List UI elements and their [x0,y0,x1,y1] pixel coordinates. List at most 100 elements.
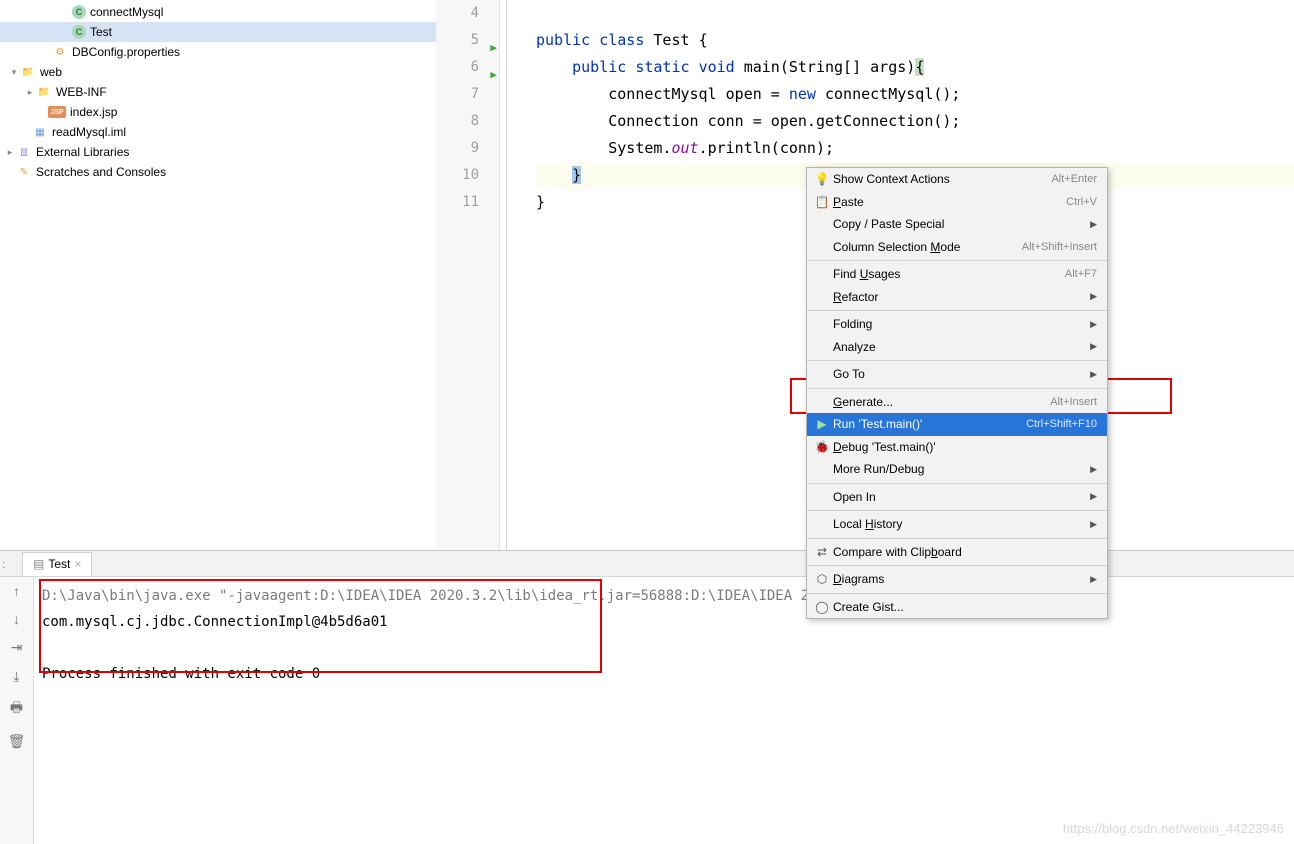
lib-icon: ⫾⫾ [16,144,32,160]
menu-item[interactable]: Refactor▶ [807,286,1107,309]
tree-item[interactable]: ⚙ DBConfig.properties [0,42,436,62]
menu-item[interactable]: Open In▶ [807,486,1107,509]
menu-item[interactable]: Local History▶ [807,513,1107,536]
tree-item[interactable]: ✎ Scratches and Consoles [0,162,436,182]
menu-label: Diagrams [831,572,1090,586]
expand-icon[interactable]: ▸ [4,147,16,158]
expand-icon[interactable]: ▾ [8,67,20,78]
editor-gutter: 45▶6▶7891011 [436,0,500,550]
code-line[interactable]: Connection conn = open.getConnection(); [536,108,1294,135]
up-icon[interactable]: ↑ [13,583,20,599]
menu-label: Compare with Clipboard [831,545,1097,559]
line-number[interactable]: 8 [436,108,499,135]
tree-item[interactable]: ▾📁web [0,62,436,82]
scroll-icon[interactable]: ⤓ [13,668,19,685]
menu-item[interactable]: ⇄Compare with Clipboard [807,541,1107,564]
menu-item[interactable]: 💡Show Context ActionsAlt+Enter [807,168,1107,191]
tree-item[interactable]: JSPindex.jsp [0,102,436,122]
tree-item-label: DBConfig.properties [72,45,180,59]
menu-item[interactable]: Column Selection ModeAlt+Shift+Insert [807,236,1107,259]
line-number[interactable]: 9 [436,135,499,162]
menu-shortcut: Alt+F7 [1065,268,1097,280]
down-icon[interactable]: ↓ [13,611,20,627]
tree-item[interactable]: CTest [0,22,436,42]
menu-item[interactable]: More Run/Debug▶ [807,458,1107,481]
tree-item-label: readMysql.iml [52,125,126,139]
close-icon[interactable]: × [74,557,81,571]
menu-item[interactable]: 📋PasteCtrl+V [807,191,1107,214]
code-line[interactable]: connectMysql open = new connectMysql(); [536,81,1294,108]
context-menu[interactable]: 💡Show Context ActionsAlt+Enter📋PasteCtrl… [806,167,1108,619]
menu-item[interactable]: Go To▶ [807,363,1107,386]
wrap-icon[interactable]: ⇥ [11,639,23,656]
menu-separator [807,510,1107,511]
tree-item[interactable]: ▸⫾⫾External Libraries [0,142,436,162]
tree-item[interactable]: ▸📁 WEB-INF [0,82,436,102]
jsp-icon: JSP [48,106,66,118]
tree-item[interactable]: ▦ readMysql.iml [0,122,436,142]
code-line[interactable]: public static void main(String[] args){ [536,54,1294,81]
menu-label: Column Selection Mode [831,240,1022,254]
menu-label: Find Usages [831,267,1065,281]
menu-item[interactable]: ▶Run 'Test.main()'Ctrl+Shift+F10 [807,413,1107,436]
menu-icon: 🐞 [813,440,831,454]
menu-shortcut: Alt+Enter [1051,173,1097,185]
menu-separator [807,593,1107,594]
tree-item-label: Scratches and Consoles [36,165,166,179]
iml-icon: ▦ [32,124,48,140]
menu-label: Local History [831,517,1090,531]
menu-item[interactable]: Copy / Paste Special▶ [807,213,1107,236]
console-tab-label: Test [48,557,70,571]
menu-label: Debug 'Test.main()' [831,440,1097,454]
menu-item[interactable]: Analyze▶ [807,336,1107,359]
props-icon: ⚙ [52,44,68,60]
menu-icon: ▶ [813,417,831,431]
menu-shortcut: Ctrl+V [1066,196,1097,208]
scratch-icon: ✎ [16,164,32,180]
line-number[interactable]: 5▶ [436,27,499,54]
tree-item[interactable]: CconnectMysql [0,2,436,22]
menu-item[interactable]: Generate...Alt+Insert [807,391,1107,414]
menu-item[interactable]: 🐞Debug 'Test.main()' [807,436,1107,459]
menu-label: Copy / Paste Special [831,217,1090,231]
project-tree[interactable]: CconnectMysqlCTest⚙DBConfig.properties▾📁… [0,0,436,550]
line-number[interactable]: 6▶ [436,54,499,81]
menu-item[interactable]: Find UsagesAlt+F7 [807,263,1107,286]
console-tab[interactable]: ▤ Test × [22,552,92,576]
menu-separator [807,310,1107,311]
line-number[interactable]: 7 [436,81,499,108]
trash-icon[interactable]: 🗑 [8,733,26,750]
print-icon[interactable]: 🖶 [10,697,23,721]
menu-label: Go To [831,367,1090,381]
class-icon: C [72,5,86,19]
submenu-arrow-icon: ▶ [1090,491,1097,502]
menu-shortcut: Ctrl+Shift+F10 [1026,418,1097,430]
line-number[interactable]: 4 [436,0,499,27]
code-line[interactable]: System.out.println(conn); [536,135,1294,162]
menu-label: Open In [831,490,1090,504]
code-line[interactable]: public class Test { [536,27,1294,54]
console-exit: Process finished with exit code 0 [42,661,1286,687]
expand-icon[interactable]: ▸ [24,87,36,98]
tree-item-label: WEB-INF [56,85,107,99]
menu-item[interactable]: ⬡Diagrams▶ [807,568,1107,591]
menu-shortcut: Alt+Shift+Insert [1022,241,1097,253]
menu-item[interactable]: ◯Create Gist... [807,596,1107,619]
line-number[interactable]: 11 [436,189,499,216]
menu-label: More Run/Debug [831,462,1090,476]
line-number[interactable]: 10 [436,162,499,189]
menu-label: Analyze [831,340,1090,354]
folder-icon: 📁 [36,84,52,100]
console-toolbar[interactable]: ↑ ↓ ⇥ ⤓ 🖶 🗑 [0,577,34,844]
menu-icon: ⇄ [813,545,831,559]
menu-item[interactable]: Folding▶ [807,313,1107,336]
submenu-arrow-icon: ▶ [1090,574,1097,585]
run-label: : [2,557,22,571]
menu-label: Create Gist... [831,600,1097,614]
menu-label: Paste [831,195,1066,209]
class-icon: C [72,25,86,39]
code-line[interactable] [536,0,1294,27]
menu-icon: ⬡ [813,572,831,586]
folder-icon: 📁 [20,64,36,80]
submenu-arrow-icon: ▶ [1090,341,1097,352]
